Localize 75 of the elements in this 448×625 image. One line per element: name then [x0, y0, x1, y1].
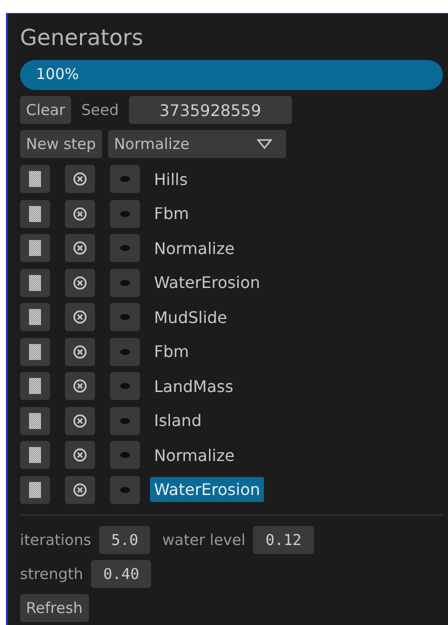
step-name[interactable]: LandMass [150, 374, 238, 398]
eye-icon [120, 348, 130, 354]
remove-button[interactable] [65, 303, 95, 331]
step-name[interactable]: Normalize [150, 442, 239, 468]
checker-icon [29, 344, 41, 360]
panel-title: Generators [20, 26, 144, 52]
eye-icon [120, 280, 130, 286]
checker-icon [29, 206, 41, 222]
remove-button[interactable] [65, 372, 95, 400]
remove-button[interactable] [65, 441, 95, 469]
checker-icon [29, 482, 41, 498]
close-icon [73, 344, 87, 358]
close-icon [73, 172, 87, 186]
preview-button[interactable] [20, 406, 50, 434]
remove-button[interactable] [65, 200, 95, 228]
checker-icon [29, 447, 41, 463]
remove-button[interactable] [65, 476, 95, 504]
remove-button[interactable] [65, 165, 95, 193]
seed-label: Seed [81, 101, 119, 119]
eye-icon [120, 418, 130, 424]
close-icon [73, 448, 87, 462]
preview-button[interactable] [20, 234, 50, 262]
param-label: water level [162, 530, 246, 548]
param-field[interactable]: 0.12 [253, 526, 314, 554]
eye-icon [120, 210, 130, 216]
close-icon [73, 241, 87, 255]
step-name[interactable]: WaterErosion [150, 477, 264, 502]
step-name[interactable]: WaterErosion [150, 270, 264, 295]
preview-button[interactable] [20, 200, 50, 228]
eye-icon [120, 314, 130, 320]
progress-label: 100% [36, 65, 79, 83]
remove-button[interactable] [65, 406, 95, 434]
close-icon [73, 482, 87, 496]
preview-button[interactable] [20, 441, 50, 469]
preview-button[interactable] [20, 338, 50, 366]
checker-icon [29, 240, 41, 256]
param-label: iterations [20, 530, 92, 548]
step-name[interactable]: MudSlide [150, 304, 232, 330]
preview-button[interactable] [20, 372, 50, 400]
preview-button[interactable] [20, 165, 50, 193]
step-name[interactable]: Normalize [150, 236, 239, 260]
close-icon [73, 206, 87, 220]
clear-button[interactable]: Clear [20, 96, 72, 124]
remove-button[interactable] [65, 268, 95, 296]
new-step-button[interactable]: New step [20, 130, 102, 158]
refresh-button[interactable]: Refresh [20, 594, 89, 622]
remove-button[interactable] [65, 338, 95, 366]
checker-icon [29, 412, 41, 428]
preview-button[interactable] [20, 268, 50, 296]
step-name[interactable]: Fbm [150, 339, 193, 364]
step-name[interactable]: Island [150, 408, 206, 433]
seed-field[interactable]: 3735928559 [128, 96, 292, 124]
eye-icon [120, 176, 130, 182]
close-icon [73, 310, 87, 324]
close-icon [73, 414, 87, 428]
preview-button[interactable] [20, 476, 50, 504]
param-label: strength [20, 564, 84, 582]
close-icon [73, 276, 87, 290]
step-name[interactable]: Hills [150, 166, 192, 192]
close-icon [73, 379, 87, 393]
checker-icon [29, 378, 41, 394]
checker-icon [29, 171, 41, 187]
checker-icon [29, 274, 41, 290]
eye-icon [120, 245, 130, 251]
step-type-dropdown[interactable]: Normalize [108, 130, 286, 158]
dropdown-arrow-icon [256, 139, 272, 149]
remove-button[interactable] [65, 234, 95, 262]
eye-icon [120, 383, 130, 389]
step-name[interactable]: Fbm [150, 201, 193, 226]
preview-button[interactable] [20, 303, 50, 331]
param-field[interactable]: 0.40 [91, 560, 152, 588]
eye-icon [120, 452, 130, 458]
eye-icon [120, 486, 130, 492]
checker-icon [29, 309, 41, 325]
param-field[interactable]: 5.0 [99, 526, 150, 554]
